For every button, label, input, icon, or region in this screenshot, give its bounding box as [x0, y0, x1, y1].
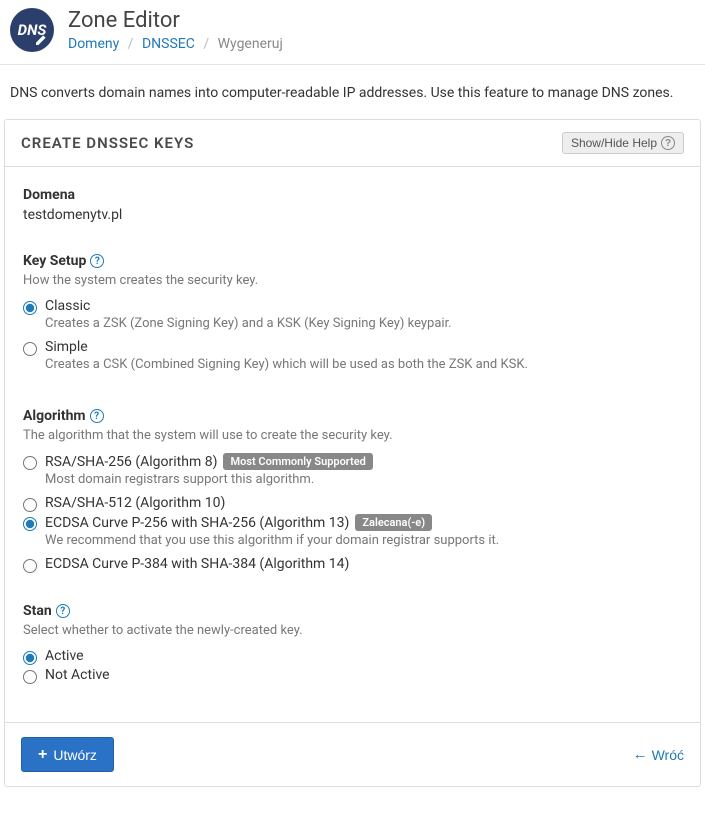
key-setup-desc: How the system creates the security key.: [23, 273, 682, 288]
help-button-label: Show/Hide Help: [571, 136, 657, 150]
key-setup-simple-desc: Creates a CSK (Combined Signing Key) whi…: [45, 357, 528, 372]
domain-section: Domena testdomenytv.pl: [23, 187, 682, 223]
breadcrumb-separator: /: [203, 36, 209, 52]
back-button-label: Wróć: [652, 747, 684, 763]
algorithm-ecdsa384-label: ECDSA Curve P-384 with SHA-384 (Algorith…: [45, 556, 349, 572]
algorithm-rsa512-label: RSA/SHA-512 (Algorithm 10): [45, 495, 225, 511]
most-common-badge: Most Commonly Supported: [223, 453, 372, 470]
state-active-row: Active: [23, 648, 682, 665]
recommended-badge: Zalecana(-e): [355, 514, 432, 531]
panel-footer: Utwórz Wróć: [5, 722, 700, 786]
state-inactive-radio[interactable]: [23, 670, 37, 684]
key-setup-label: Key Setup ?: [23, 253, 682, 269]
key-setup-label-text: Key Setup: [23, 253, 86, 269]
help-icon[interactable]: ?: [56, 604, 70, 618]
state-section: Stan ? Select whether to activate the ne…: [23, 603, 682, 684]
algorithm-ecdsa256-label-text: ECDSA Curve P-256 with SHA-256 (Algorith…: [45, 515, 349, 531]
key-setup-simple-row: Simple Creates a CSK (Combined Signing K…: [23, 339, 682, 378]
state-inactive-row: Not Active: [23, 667, 682, 684]
key-setup-simple-radio[interactable]: [23, 342, 37, 356]
help-icon[interactable]: ?: [90, 254, 104, 268]
plus-icon: [38, 746, 47, 763]
key-setup-classic-row: Classic Creates a ZSK (Zone Signing Key)…: [23, 298, 682, 337]
state-active-radio[interactable]: [23, 651, 37, 665]
algorithm-rsa256-row: RSA/SHA-256 (Algorithm 8) Most Commonly …: [23, 453, 682, 493]
key-setup-simple-label: Simple: [45, 339, 528, 355]
breadcrumb-current: Wygeneruj: [218, 36, 283, 52]
create-dnssec-panel: CREATE DNSSEC KEYS Show/Hide Help ? Dome…: [4, 119, 701, 787]
algorithm-rsa256-label-text: RSA/SHA-256 (Algorithm 8): [45, 454, 217, 470]
arrow-left-icon: [633, 746, 648, 763]
algorithm-ecdsa256-radio[interactable]: [23, 517, 37, 531]
algorithm-label-text: Algorithm: [23, 408, 86, 424]
algorithm-rsa256-radio[interactable]: [23, 456, 37, 470]
state-label: Stan ?: [23, 603, 682, 619]
dns-icon: DNS: [10, 8, 54, 52]
domain-label-text: Domena: [23, 187, 75, 203]
state-active-label: Active: [45, 648, 84, 664]
breadcrumb-dnssec[interactable]: DNSSEC: [142, 36, 195, 52]
breadcrumb: Domeny / DNSSEC / Wygeneruj: [68, 36, 283, 52]
algorithm-label: Algorithm ?: [23, 408, 682, 424]
key-setup-classic-label: Classic: [45, 298, 452, 314]
page-header: DNS Zone Editor Domeny / DNSSEC / Wygene…: [0, 0, 705, 65]
show-hide-help-button[interactable]: Show/Hide Help ?: [562, 132, 684, 154]
algorithm-ecdsa384-row: ECDSA Curve P-384 with SHA-384 (Algorith…: [23, 556, 682, 573]
panel-header: CREATE DNSSEC KEYS Show/Hide Help ?: [5, 120, 700, 167]
algorithm-desc: The algorithm that the system will use t…: [23, 428, 682, 443]
state-inactive-label: Not Active: [45, 667, 110, 683]
breadcrumb-domeny[interactable]: Domeny: [68, 36, 119, 52]
domain-label: Domena: [23, 187, 682, 203]
help-icon: ?: [661, 136, 675, 150]
algorithm-rsa256-desc: Most domain registrars support this algo…: [45, 472, 373, 487]
create-button[interactable]: Utwórz: [21, 737, 114, 772]
state-label-text: Stan: [23, 603, 52, 619]
state-desc: Select whether to activate the newly-cre…: [23, 623, 682, 638]
panel-body: Domena testdomenytv.pl Key Setup ? How t…: [5, 167, 700, 722]
panel-title: CREATE DNSSEC KEYS: [21, 134, 194, 152]
intro-text: DNS converts domain names into computer-…: [0, 65, 705, 119]
domain-value: testdomenytv.pl: [23, 207, 682, 223]
breadcrumb-separator: /: [128, 36, 134, 52]
algorithm-section: Algorithm ? The algorithm that the syste…: [23, 408, 682, 573]
key-setup-section: Key Setup ? How the system creates the s…: [23, 253, 682, 378]
algorithm-ecdsa256-row: ECDSA Curve P-256 with SHA-256 (Algorith…: [23, 514, 682, 554]
key-setup-classic-desc: Creates a ZSK (Zone Signing Key) and a K…: [45, 316, 452, 331]
algorithm-rsa512-row: RSA/SHA-512 (Algorithm 10): [23, 495, 682, 512]
algorithm-ecdsa256-desc: We recommend that you use this algorithm…: [45, 533, 499, 548]
algorithm-ecdsa384-radio[interactable]: [23, 559, 37, 573]
create-button-label: Utwórz: [53, 747, 97, 763]
algorithm-rsa256-label: RSA/SHA-256 (Algorithm 8) Most Commonly …: [45, 453, 373, 470]
key-setup-classic-radio[interactable]: [23, 301, 37, 315]
page-title: Zone Editor: [68, 8, 283, 34]
title-block: Zone Editor Domeny / DNSSEC / Wygeneruj: [68, 8, 283, 52]
back-button[interactable]: Wróć: [633, 746, 684, 763]
algorithm-rsa512-radio[interactable]: [23, 498, 37, 512]
help-icon[interactable]: ?: [90, 409, 104, 423]
algorithm-ecdsa256-label: ECDSA Curve P-256 with SHA-256 (Algorith…: [45, 514, 499, 531]
